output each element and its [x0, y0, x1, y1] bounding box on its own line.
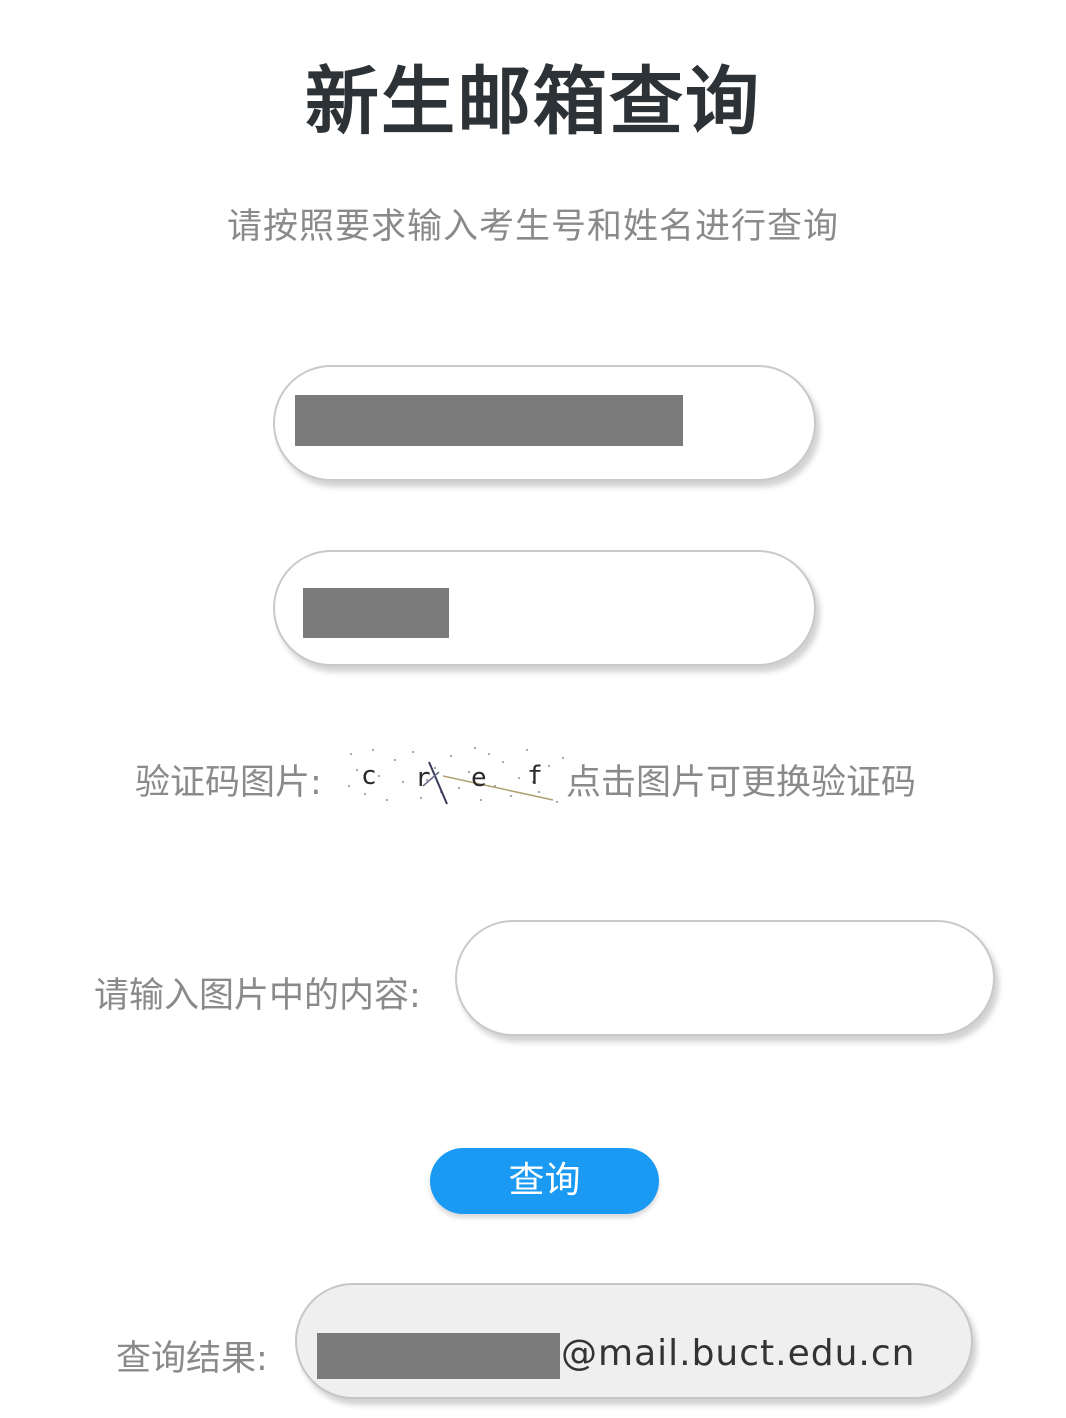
svg-text:e: e: [471, 763, 487, 793]
svg-text:r: r: [415, 763, 431, 793]
captcha-image[interactable]: c r e f: [343, 742, 569, 808]
captcha-code-label: 请输入图片中的内容:: [94, 976, 421, 1016]
captcha-label: 验证码图片:: [135, 763, 322, 803]
redacted-name: [303, 588, 449, 638]
captcha-code-row: 请输入图片中的内容:: [0, 920, 1066, 1040]
result-field: @mail.buct.edu.cn: [295, 1283, 973, 1399]
svg-text:c: c: [361, 761, 377, 791]
result-email-domain: @mail.buct.edu.cn: [561, 1333, 916, 1374]
redacted-exam-number: [295, 395, 683, 446]
result-label: 查询结果:: [116, 1339, 268, 1379]
captcha-refresh-hint: 点击图片可更换验证码: [566, 763, 917, 803]
exam-number-input[interactable]: [273, 365, 816, 481]
redacted-email-user: [317, 1333, 560, 1379]
page-subtitle: 请按照要求输入考生号和姓名进行查询: [226, 207, 839, 247]
captcha-row: 验证码图片: c r e f 点击图片可更换验证码: [0, 740, 1066, 810]
page-title: 新生邮箱查询: [305, 59, 761, 145]
query-button[interactable]: 查询: [430, 1148, 659, 1214]
svg-text:f: f: [527, 761, 543, 791]
name-input[interactable]: [273, 550, 816, 666]
captcha-code-input[interactable]: [455, 920, 995, 1036]
